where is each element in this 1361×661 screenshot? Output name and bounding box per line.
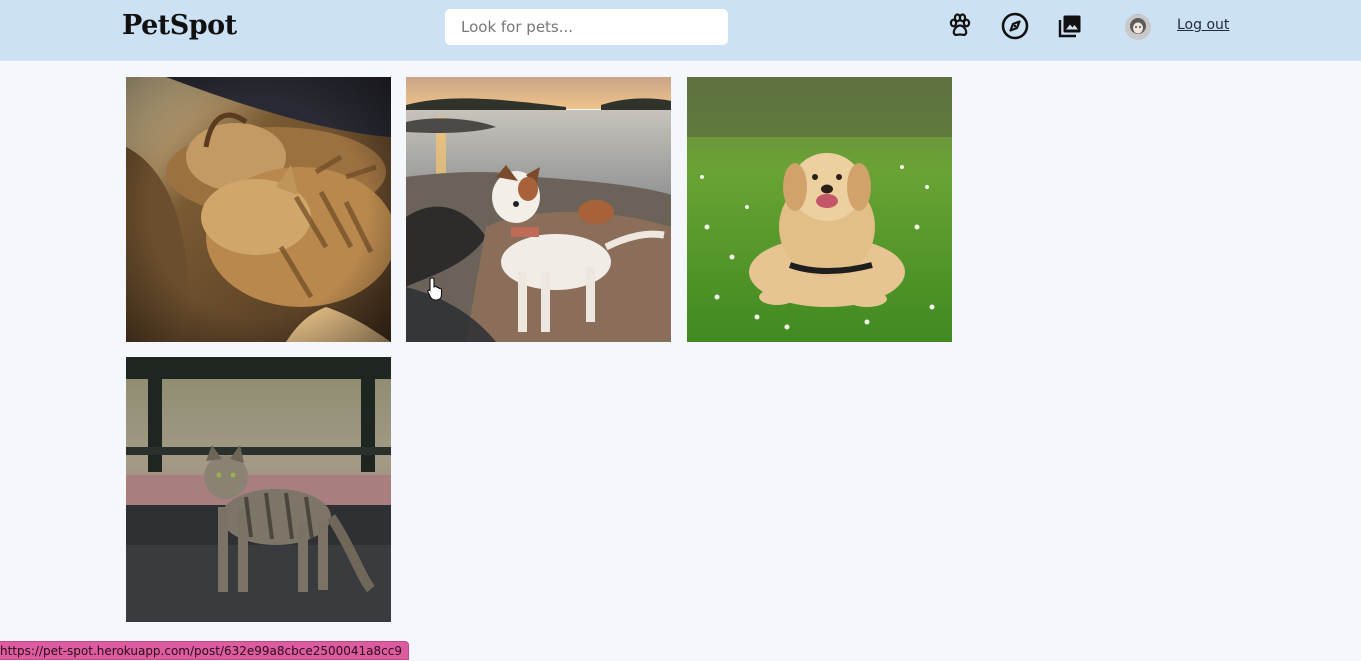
logo[interactable]: PetSpot — [122, 8, 237, 44]
search-input[interactable] — [445, 9, 728, 45]
post-thumbnail-golden-retriever[interactable] — [687, 77, 952, 342]
avatar[interactable] — [1125, 14, 1151, 40]
navbar: PetSpot Log o — [0, 0, 1361, 61]
status-bar-url: https://pet-spot.herokuapp.com/post/632e… — [0, 641, 409, 660]
post-thumbnail-tabby-cat[interactable] — [126, 357, 391, 622]
gallery-icon[interactable] — [1056, 12, 1084, 40]
paw-icon[interactable] — [946, 12, 974, 40]
compass-icon[interactable] — [1001, 12, 1029, 40]
post-thumbnail-kittens[interactable] — [126, 77, 391, 342]
post-thumbnail-jack-russell[interactable] — [406, 77, 671, 342]
logout-link[interactable]: Log out — [1177, 17, 1229, 33]
